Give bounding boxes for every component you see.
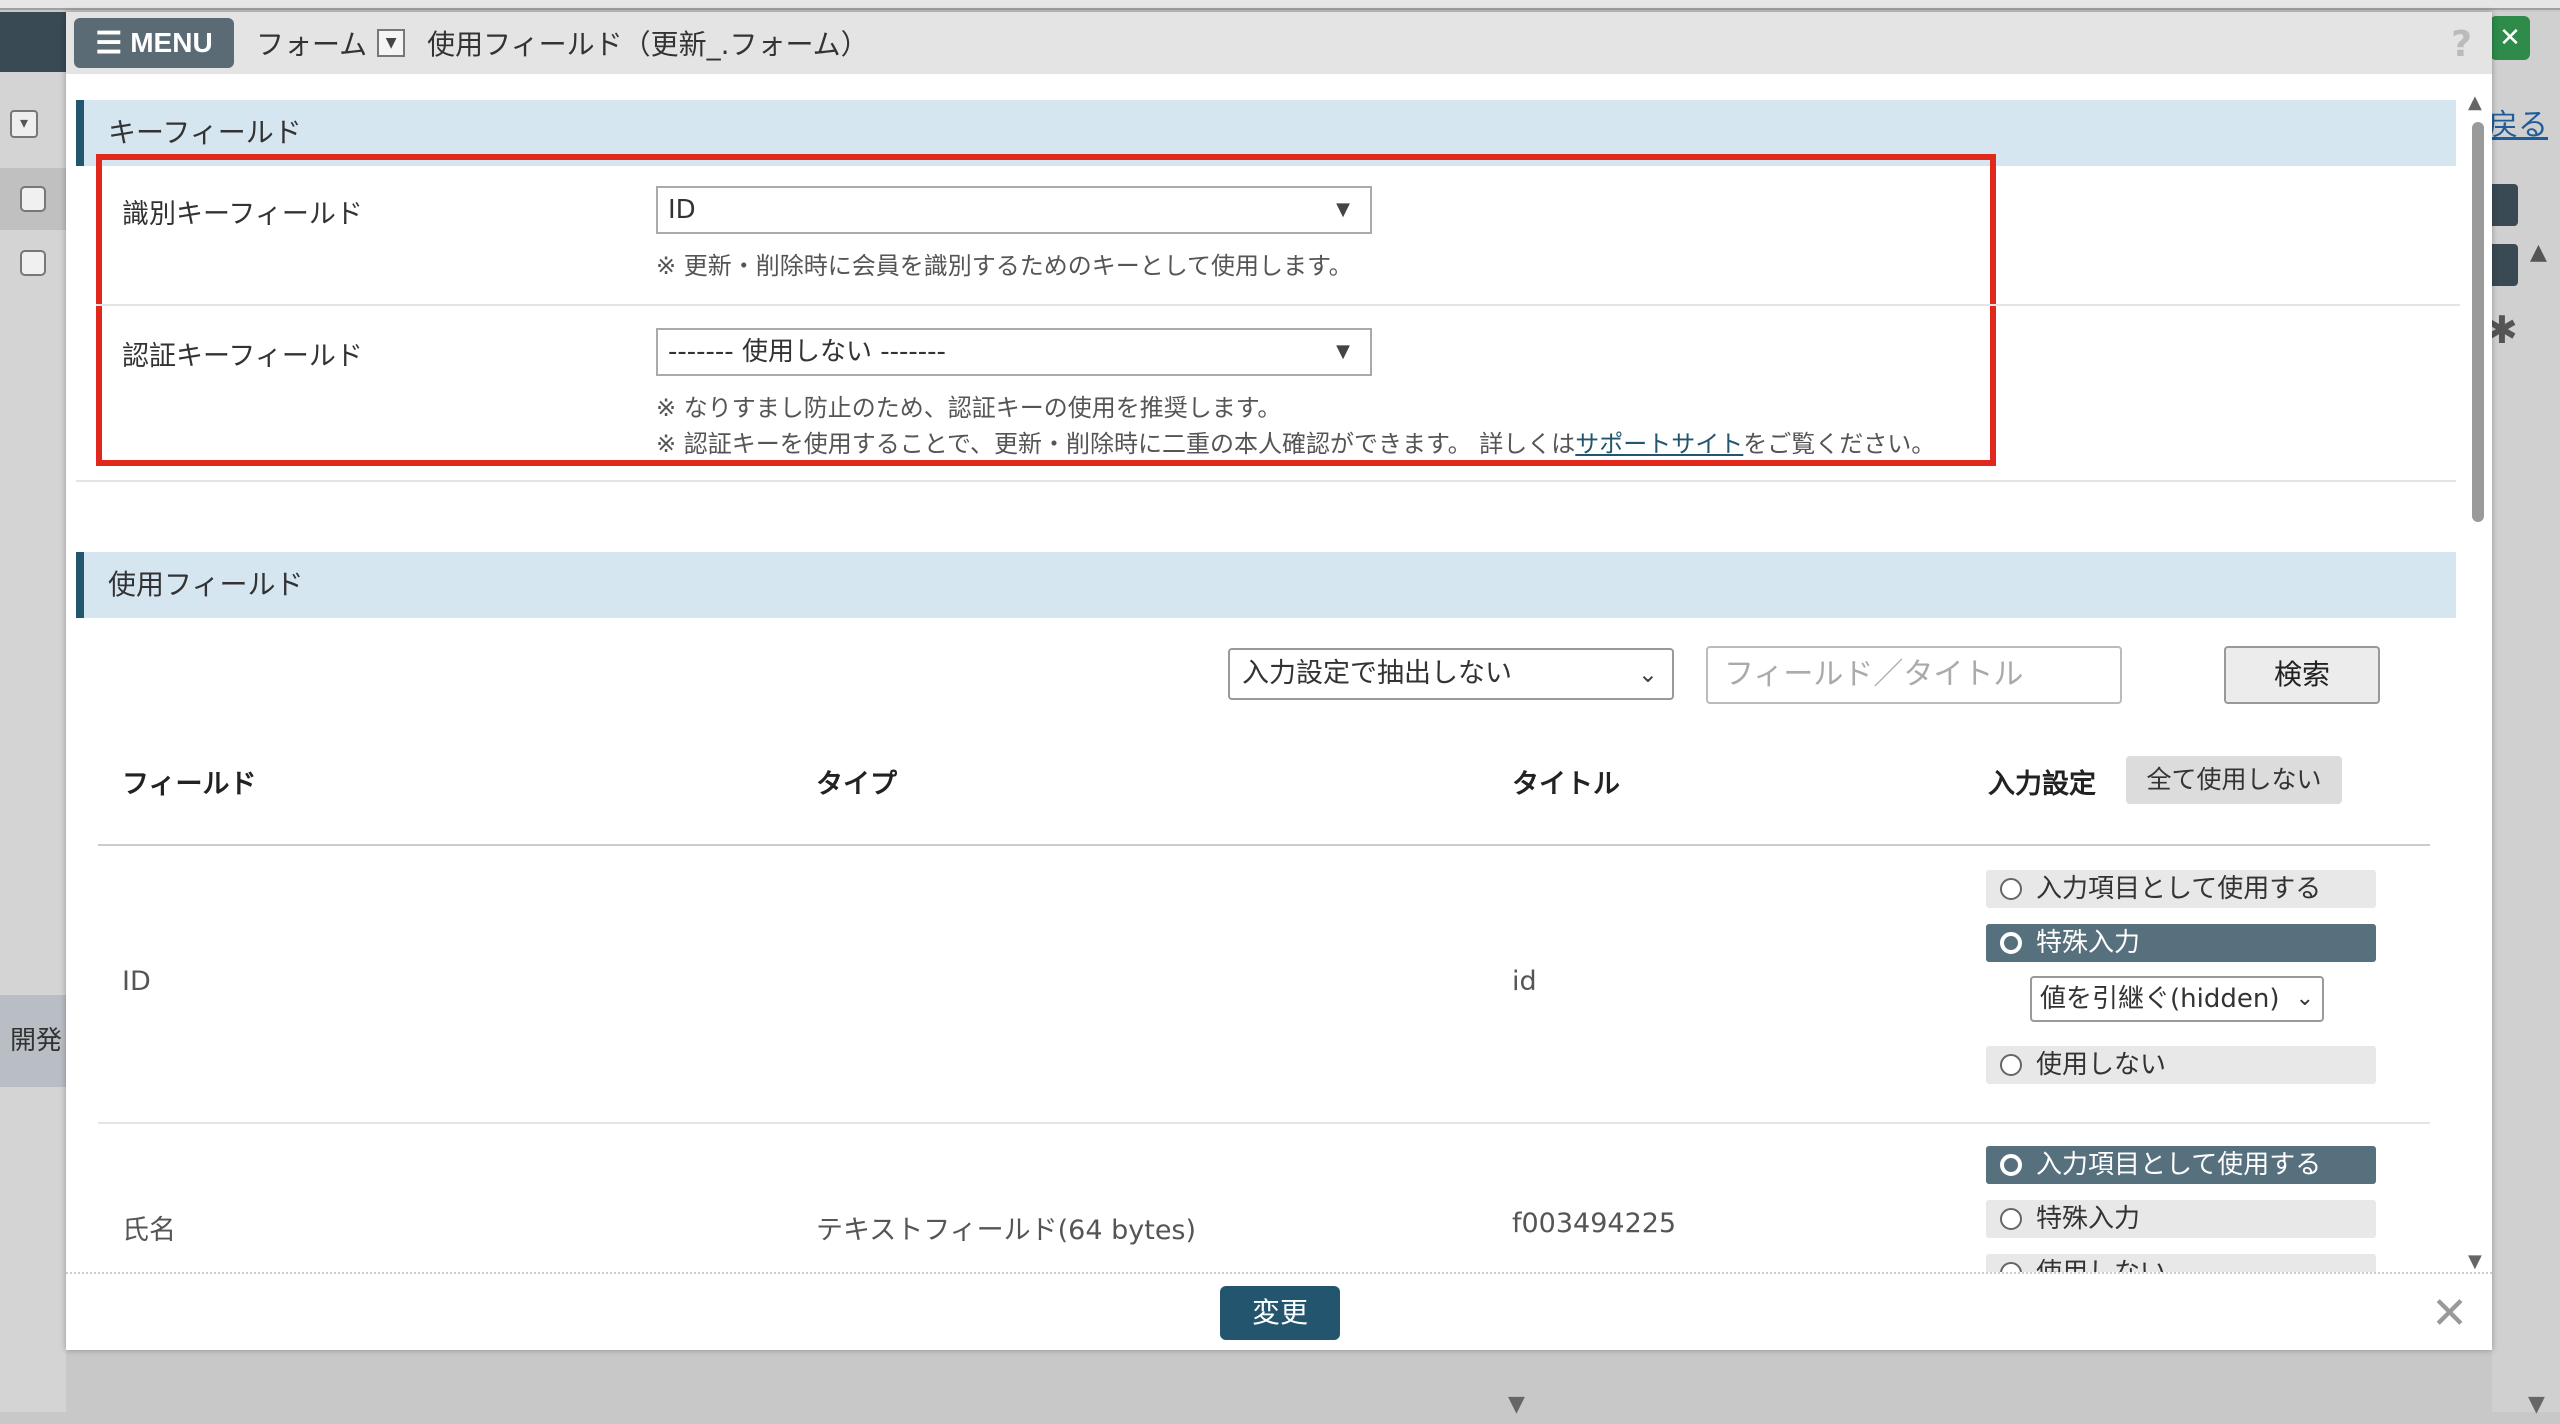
auth-key-note-recommend: ※ なりすまし防止のため、認証キーの使用を推奨します。 [656, 394, 1282, 422]
special-input-select[interactable]: 値を引継ぐ(hidden) ⌄ [2030, 976, 2324, 1022]
input-filter-value: 入力設定で抽出しない [1242, 658, 1512, 689]
all-off-button[interactable]: 全て使用しない [2126, 756, 2342, 804]
radio-do-not-use[interactable]: 使用しない [1986, 1254, 2376, 1272]
support-site-link[interactable]: サポートサイト [1575, 430, 1743, 458]
row-name-type: テキストフィールド(64 bytes) [816, 1215, 1197, 1246]
radio-label: 使用しない [2036, 1050, 2167, 1080]
radio-label: 特殊入力 [2036, 928, 2141, 958]
app-row-checkbox[interactable] [20, 250, 46, 276]
table-header-divider [98, 844, 2430, 846]
change-button[interactable]: 変更 [1220, 1286, 1340, 1340]
auth-note-text: ※ 認証キーを使用することで、更新・削除時に二重の本人確認ができます。 詳しくは [656, 430, 1576, 458]
radio-circle-icon [2000, 1154, 2022, 1176]
scroll-up-icon[interactable]: ▲ [2530, 240, 2547, 265]
page-title: 使用フィールド（更新_.フォーム） [427, 28, 869, 61]
radio-special-input[interactable]: 特殊入力 [1986, 1200, 2376, 1238]
breadcrumb-form[interactable]: フォーム [256, 23, 367, 63]
scrollbar-thumb[interactable] [2472, 122, 2484, 522]
auth-key-note-support: ※ 認証キーを使用することで、更新・削除時に二重の本人確認ができます。 詳しくは… [656, 424, 1935, 459]
field-settings-modal: ☰ MENU フォーム ▼ 使用フィールド（更新_.フォーム） ? キーフィール… [66, 12, 2492, 1350]
search-input[interactable]: フィールド／タイトル [1706, 646, 2122, 704]
chevron-down-icon: ⌄ [1637, 660, 1658, 688]
hamburger-icon: ☰ [95, 26, 123, 60]
app-dev-label: 開発 [0, 995, 66, 1087]
radio-circle-icon [2000, 1262, 2022, 1272]
input-filter-select[interactable]: 入力設定で抽出しない ⌄ [1228, 648, 1674, 700]
id-key-field-select[interactable]: ID ▼ [656, 186, 1372, 234]
app-top-bar [0, 0, 2560, 10]
radio-label: 特殊入力 [2036, 1204, 2141, 1234]
radio-circle-icon [2000, 932, 2022, 954]
row-divider [98, 1122, 2430, 1124]
auth-key-field-value: ------- 使用しない ------- [668, 337, 946, 367]
column-header-title: タイトル [1512, 769, 1620, 800]
row-name-field: 氏名 [122, 1215, 176, 1246]
app-back-link[interactable]: 戻る [2488, 100, 2548, 144]
scroll-down-icon[interactable]: ▼ [2528, 1392, 2545, 1417]
radio-circle-icon [2000, 878, 2022, 900]
column-header-input: 入力設定 [1988, 769, 2096, 800]
modal-footer: 変更 ✕ [66, 1272, 2492, 1350]
help-icon[interactable]: ? [2451, 24, 2472, 65]
row-name-title: f003494225 [1512, 1208, 1677, 1239]
search-button[interactable]: 検索 [2224, 646, 2380, 704]
row-id-field: ID [122, 966, 151, 997]
scroll-down-icon[interactable]: ▼ [2468, 1251, 2482, 1272]
close-icon[interactable]: ✕ [2431, 1288, 2468, 1339]
modal-scrollbar[interactable]: ▲ ▼ [2468, 92, 2486, 1272]
divider [96, 304, 2460, 306]
app-edit-button[interactable] [2488, 244, 2518, 286]
radio-label: 入力項目として使用する [2036, 1150, 2322, 1180]
id-key-field-value: ID [668, 195, 696, 225]
id-key-field-label: 識別キーフィールド [122, 199, 363, 230]
menu-label: MENU [130, 27, 213, 58]
auth-note-suffix: をご覧ください。 [1743, 430, 1936, 458]
dropdown-arrow-icon: ▼ [1336, 199, 1350, 220]
app-add-button[interactable] [2488, 184, 2518, 226]
radio-do-not-use[interactable]: 使用しない [1986, 1046, 2376, 1084]
column-header-field: フィールド [122, 769, 257, 800]
radio-label: 入力項目として使用する [2036, 874, 2322, 904]
chevron-down-icon: ▼ [1508, 1392, 1525, 1417]
app-left-nav [0, 12, 66, 72]
radio-special-input[interactable]: 特殊入力 [1986, 924, 2376, 962]
chevron-down-icon: ⌄ [2295, 986, 2314, 1011]
column-header-type: タイプ [816, 769, 897, 800]
dropdown-arrow-icon: ▼ [1336, 341, 1350, 362]
menu-button[interactable]: ☰ MENU [74, 18, 234, 68]
modal-content: キーフィールド 識別キーフィールド ID ▼ ※ 更新・削除時に会員を識別するた… [66, 74, 2460, 1272]
app-filter-toggle[interactable]: ▾ [10, 110, 38, 138]
radio-label: 使用しない [2036, 1258, 2166, 1272]
id-key-field-note: ※ 更新・削除時に会員を識別するためのキーとして使用します。 [656, 252, 1353, 280]
divider [76, 480, 2456, 482]
modal-header: ☰ MENU フォーム ▼ 使用フィールド（更新_.フォーム） ? [66, 12, 2492, 74]
fields-section-title: 使用フィールド [76, 552, 2456, 618]
radio-use-as-input[interactable]: 入力項目として使用する [1986, 870, 2376, 908]
radio-circle-icon [2000, 1208, 2022, 1230]
app-row-checkbox[interactable] [20, 186, 46, 212]
chevron-down-icon[interactable]: ▼ [377, 29, 406, 57]
radio-use-as-input[interactable]: 入力項目として使用する [1986, 1146, 2376, 1184]
excel-export-icon[interactable]: ✕ [2490, 16, 2530, 60]
row-id-title: id [1512, 966, 1537, 997]
scroll-up-icon[interactable]: ▲ [2468, 92, 2482, 113]
radio-circle-icon [2000, 1054, 2022, 1076]
special-input-value: 値を引継ぐ(hidden) [2040, 984, 2280, 1014]
auth-key-field-select[interactable]: ------- 使用しない ------- ▼ [656, 328, 1372, 376]
auth-key-field-label: 認証キーフィールド [122, 341, 363, 372]
